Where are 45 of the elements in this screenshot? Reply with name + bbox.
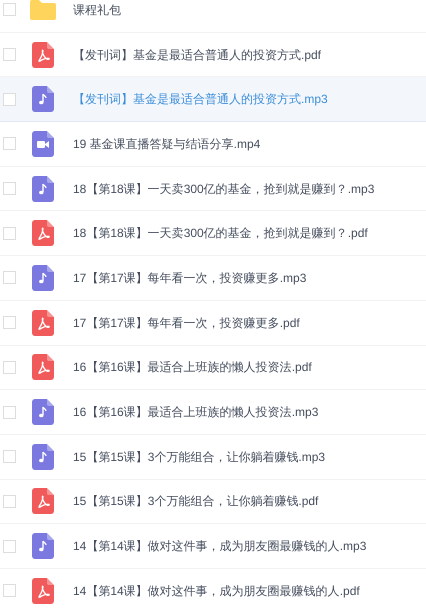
checkbox[interactable] — [3, 226, 16, 240]
checkbox[interactable] — [3, 316, 16, 330]
file-row[interactable]: 课程礼包 — [0, 0, 426, 33]
file-name[interactable]: 14【第14课】做对这件事，成为朋友圈最赚钱的人.mp3 — [73, 537, 366, 556]
file-name[interactable]: 17【第17课】每年看一次，投资赚更多.mp3 — [73, 268, 306, 287]
audio-file-icon — [32, 533, 54, 560]
file-name[interactable]: 课程礼包 — [73, 0, 121, 19]
file-row[interactable]: 16【第16课】最适合上班族的懒人投资法.pdf — [0, 346, 426, 390]
checkbox[interactable] — [3, 360, 16, 374]
checkbox[interactable] — [3, 3, 16, 16]
file-name[interactable]: 16【第16课】最适合上班族的懒人投资法.mp3 — [73, 403, 318, 422]
file-row[interactable]: 15【第15课】3个万能组合，让你躺着赚钱.pdf — [0, 480, 426, 524]
file-name[interactable]: 16【第16课】最适合上班族的懒人投资法.pdf — [73, 358, 312, 376]
file-name[interactable]: 【发刊词】基金是最适合普通人的投资方式.pdf — [73, 46, 322, 64]
file-name[interactable]: 17【第17课】每年看一次，投资赚更多.pdf — [73, 314, 300, 332]
file-name[interactable]: 19 基金课直播答疑与结语分享.mp4 — [73, 134, 260, 153]
file-name[interactable]: 15【第15课】3个万能组合，让你躺着赚钱.pdf — [73, 492, 318, 510]
audio-file-icon — [32, 176, 54, 202]
audio-file-icon — [32, 399, 54, 426]
file-name[interactable]: 18【第18课】一天卖300亿的基金，抢到就是赚到？.pdf — [73, 224, 368, 242]
file-row[interactable]: 【发刊词】基金是最适合普通人的投资方式.pdf — [0, 32, 426, 78]
checkbox[interactable] — [3, 450, 16, 464]
checkbox[interactable] — [3, 271, 16, 284]
audio-file-icon — [32, 264, 54, 291]
file-name[interactable]: 14【第14课】做对这件事，成为朋友圈最赚钱的人.pdf — [73, 582, 360, 600]
pdf-file-icon — [32, 42, 54, 68]
folder-icon — [30, 0, 56, 20]
audio-file-icon — [32, 86, 54, 112]
checkbox[interactable] — [3, 92, 16, 106]
pdf-file-icon — [32, 354, 54, 380]
checkbox[interactable] — [3, 182, 16, 196]
video-file-icon — [32, 130, 54, 157]
checkbox[interactable] — [3, 406, 16, 419]
pdf-file-icon — [32, 488, 54, 514]
pdf-file-icon — [32, 578, 54, 604]
file-name[interactable]: 15【第15课】3个万能组合，让你躺着赚钱.mp3 — [73, 448, 326, 466]
checkbox[interactable] — [3, 584, 16, 598]
checkbox[interactable] — [3, 494, 16, 508]
file-name[interactable]: 18【第18课】一天卖300亿的基金，抢到就是赚到？.mp3 — [73, 180, 374, 198]
checkbox[interactable] — [3, 137, 16, 150]
audio-file-icon — [32, 444, 54, 470]
checkbox[interactable] — [3, 48, 16, 62]
checkbox[interactable] — [3, 540, 16, 553]
pdf-file-icon — [32, 310, 54, 336]
pdf-file-icon — [32, 220, 54, 246]
